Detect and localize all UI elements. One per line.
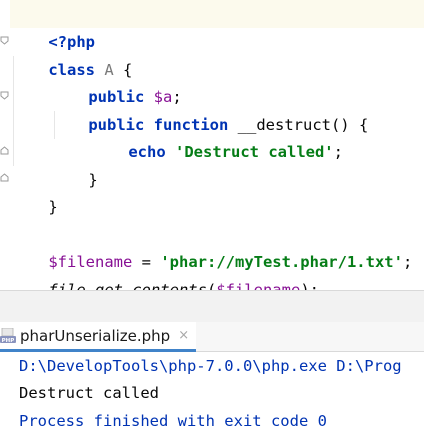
code-line-2: class A { xyxy=(11,28,132,79)
code-line-1: <?php xyxy=(11,0,95,51)
tab-run-pharunserialize[interactable]: PHP pharUnserialize.php × xyxy=(0,322,196,352)
svg-text:PHP: PHP xyxy=(2,338,15,344)
code-line-3: public $a; xyxy=(51,55,181,106)
run-tool-window-tabbar: PHP pharUnserialize.php × xyxy=(0,322,424,352)
semicolon: ; xyxy=(333,143,343,161)
run-console[interactable]: D:\DevelopTools\php-7.0.0\php.exe D:\Pro… xyxy=(0,352,424,435)
fold-open-icon[interactable] xyxy=(0,36,9,45)
fold-close-icon[interactable] xyxy=(0,173,9,182)
console-output-line: Destruct called xyxy=(19,384,159,402)
fold-open-icon[interactable] xyxy=(0,91,9,100)
string-literal: 'Destruct called' xyxy=(175,143,334,161)
code-editor[interactable]: <?php class A { public $a; public functi… xyxy=(0,0,424,299)
closing-brace: } xyxy=(48,198,58,216)
tab-label: pharUnserialize.php xyxy=(20,326,171,345)
fold-close-icon[interactable] xyxy=(0,146,9,155)
echo-keyword: echo xyxy=(128,143,166,161)
close-icon[interactable]: × xyxy=(178,328,189,343)
semicolon: ; xyxy=(402,253,413,271)
code-line-6: } xyxy=(51,138,97,189)
console-exit-line: Process finished with exit code 0 xyxy=(19,412,327,430)
closing-brace: } xyxy=(88,171,98,189)
console-command-line: D:\DevelopTools\php-7.0.0\php.exe D:\Pro… xyxy=(19,357,402,375)
code-line-5: echo 'Destruct called'; xyxy=(91,110,343,161)
code-line-4: public function __destruct() { xyxy=(51,83,368,134)
code-line-10: file_get_contents($filename); xyxy=(11,248,319,299)
php-file-icon: PHP xyxy=(0,327,16,344)
code-line-7: } xyxy=(11,165,57,216)
panel-splitter[interactable] xyxy=(0,290,424,322)
code-line-9: $filename = 'phar://myTest.phar/1.txt'; xyxy=(11,220,412,271)
